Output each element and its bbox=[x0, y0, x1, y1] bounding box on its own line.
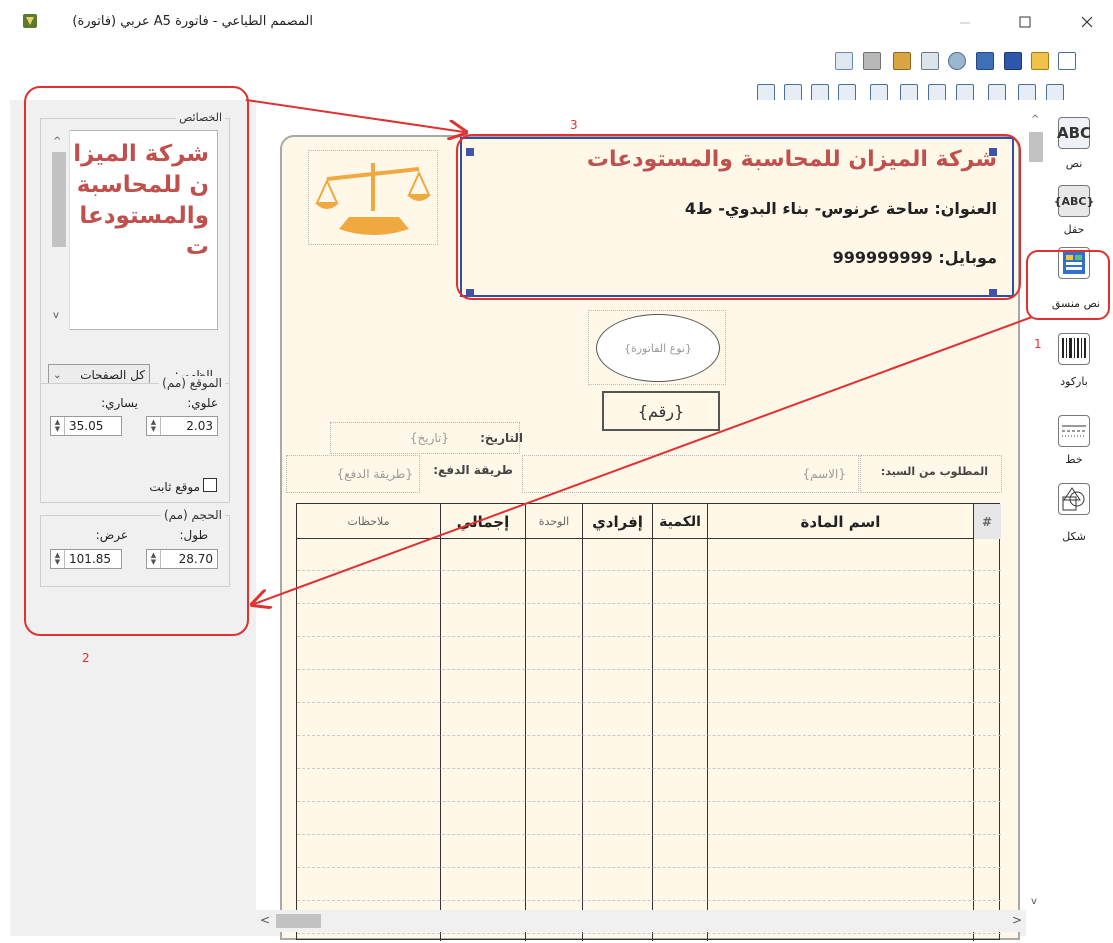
arrow-panel-to-header bbox=[245, 99, 464, 132]
annotation-arrows bbox=[245, 99, 1033, 943]
arrow-tool-to-panel bbox=[254, 316, 1033, 604]
